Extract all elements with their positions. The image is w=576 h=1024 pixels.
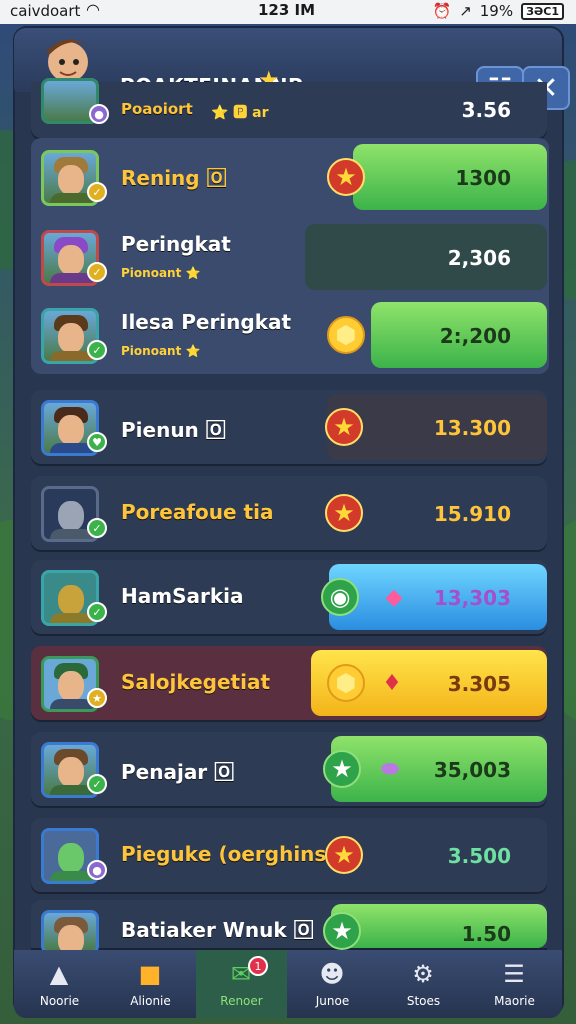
eye-badge-icon: ◉: [321, 578, 359, 616]
player-name: Batiaker Wnuk 🄾: [121, 918, 314, 942]
badge-icon: ★: [323, 750, 361, 788]
clock: 123 IM: [258, 1, 316, 19]
leaderboard-row[interactable]: ● Piegukе (oerghins) ★ 3.500: [31, 818, 547, 892]
battery-icon: ЗӘС1: [521, 2, 564, 20]
wifi-icon: ◠: [86, 0, 100, 19]
tab-settings[interactable]: ⚙ Stoes: [378, 950, 469, 1018]
player-name: Rening 🄾: [121, 166, 227, 190]
star-icon: ★: [325, 408, 363, 446]
leaderboard-row[interactable]: ✓ HamSarkia ◉ ◆ 13,303: [31, 560, 547, 634]
leaderboard-row[interactable]: ✓ Rening 🄾 ★ 1300: [31, 140, 547, 214]
player-name: Peringkat: [121, 232, 231, 256]
leaderboard-row[interactable]: ♥ Pienun 🄾 ★ 13.300: [31, 390, 547, 464]
player-score: 13.300: [433, 416, 511, 440]
tab-mail[interactable]: ✉ 1 Renoer: [196, 950, 287, 1018]
tab-label: Stoes: [406, 994, 441, 1008]
score-bar: [331, 904, 547, 948]
player-score: 3.305: [447, 672, 511, 696]
badge-icon: ●: [87, 860, 107, 880]
badge-icon: ★: [87, 688, 107, 708]
check-badge-icon: ✓: [87, 262, 107, 282]
leaderboard-row[interactable]: ● Poaoiort ⭐ 🅿 ar 3.56: [31, 78, 547, 138]
gem-icon: ⬬: [380, 756, 400, 782]
player-score: 2:,200: [439, 324, 511, 348]
star-icon: ★: [325, 494, 363, 532]
tab-label: Noorie: [39, 994, 80, 1008]
leaderboard-row[interactable]: ✓ Ilesa Peringkat Pionoant ⭐ ⬢ 2:,200: [31, 298, 547, 372]
tab-label: Maorie: [494, 994, 535, 1008]
player-subtitle: Pionoant ⭐: [121, 266, 201, 280]
coin-icon: ⬢: [327, 316, 365, 354]
player-name: Pienun 🄾: [121, 418, 226, 442]
player-score: 2,306: [447, 246, 511, 270]
player-score: 1300: [455, 166, 511, 190]
home-icon: ▲: [49, 960, 69, 988]
leaderboard-row[interactable]: ✓ Peringkat Pionoant ⭐ 2,306: [31, 220, 547, 294]
player-name: HamSarkia: [121, 584, 244, 608]
bottom-tab-bar: ▲ Noorie ■ Alionie ✉ 1 Renoer ☻ Junoe ⚙ …: [14, 950, 562, 1018]
carrier-label: caivdoart: [10, 2, 81, 20]
status-bar: caivdoart ◠ 123 IM ⏰ ↗ 19% ЗӘС1: [0, 0, 576, 24]
player-name: Salojkegetiat: [121, 670, 271, 694]
check-badge-icon: ✓: [87, 774, 107, 794]
player-name: Piegukе (oerghins): [121, 842, 336, 866]
player-name: Ilesa Peringkat: [121, 310, 292, 334]
tab-home[interactable]: ▲ Noorie: [14, 950, 105, 1018]
leaderboard-row[interactable]: ★ Salojkegetiat ⬢ ♦ 3.305: [31, 646, 547, 720]
alarm-icon: ⏰: [432, 2, 452, 20]
notification-badge: 1: [248, 956, 268, 976]
leaderboard-row[interactable]: Batiaker Wnuk 🄾 ★ 1.50: [31, 900, 547, 954]
badge-icon: ●: [89, 104, 109, 124]
player-score: 3.500: [447, 844, 511, 868]
tab-cards[interactable]: ■ Alionie: [105, 950, 196, 1018]
coin-icon: ⬢: [327, 664, 365, 702]
people-icon: ☻: [319, 960, 345, 988]
battery-percent: 19%: [479, 2, 514, 20]
player-score: 1.50: [461, 922, 511, 946]
signal-icon: ↗: [459, 2, 472, 20]
player-avatar: [41, 910, 99, 954]
check-badge-icon: ✓: [87, 518, 107, 538]
leaderboard-row[interactable]: ✓ Poreafoue tia ★ 15.910: [31, 476, 547, 550]
player-subtitle: Pionoant ⭐: [121, 344, 201, 358]
player-score: 15.910: [433, 502, 511, 526]
player-score: 13,303: [433, 586, 511, 610]
menu-icon: ☰: [503, 960, 525, 988]
tab-label: Renoer: [220, 994, 263, 1008]
check-badge-icon: ✓: [87, 340, 107, 360]
player-name: Poaoiort: [121, 100, 193, 118]
check-badge-icon: ✓: [87, 602, 107, 622]
cards-icon: ■: [138, 960, 162, 988]
ruby-icon: ♦: [382, 670, 402, 696]
star-icon: ★: [325, 836, 363, 874]
player-name: Penajar 🄾: [121, 760, 235, 784]
star-icon: ★: [327, 158, 365, 196]
player-name: Poreafoue tia: [121, 500, 274, 524]
player-score: 3.56: [461, 98, 511, 122]
leaderboard-row[interactable]: ✓ Penajar 🄾 ★ ⬬ 35,003: [31, 732, 547, 806]
score-bar: [353, 144, 547, 210]
heart-badge-icon: ♥: [87, 432, 107, 452]
tab-label: Junoe: [315, 994, 350, 1008]
player-score: 35,003: [433, 758, 511, 782]
tab-people[interactable]: ☻ Junoe: [287, 950, 378, 1018]
gem-icon: ◆: [385, 584, 403, 610]
player-subtitle: ⭐ 🅿 ar: [211, 105, 269, 121]
tab-menu[interactable]: ☰ Maorie: [469, 950, 560, 1018]
badge-icon: ★: [323, 912, 361, 950]
tab-label: Alionie: [130, 994, 171, 1008]
settings-icon: ⚙: [412, 960, 434, 988]
check-badge-icon: ✓: [87, 182, 107, 202]
